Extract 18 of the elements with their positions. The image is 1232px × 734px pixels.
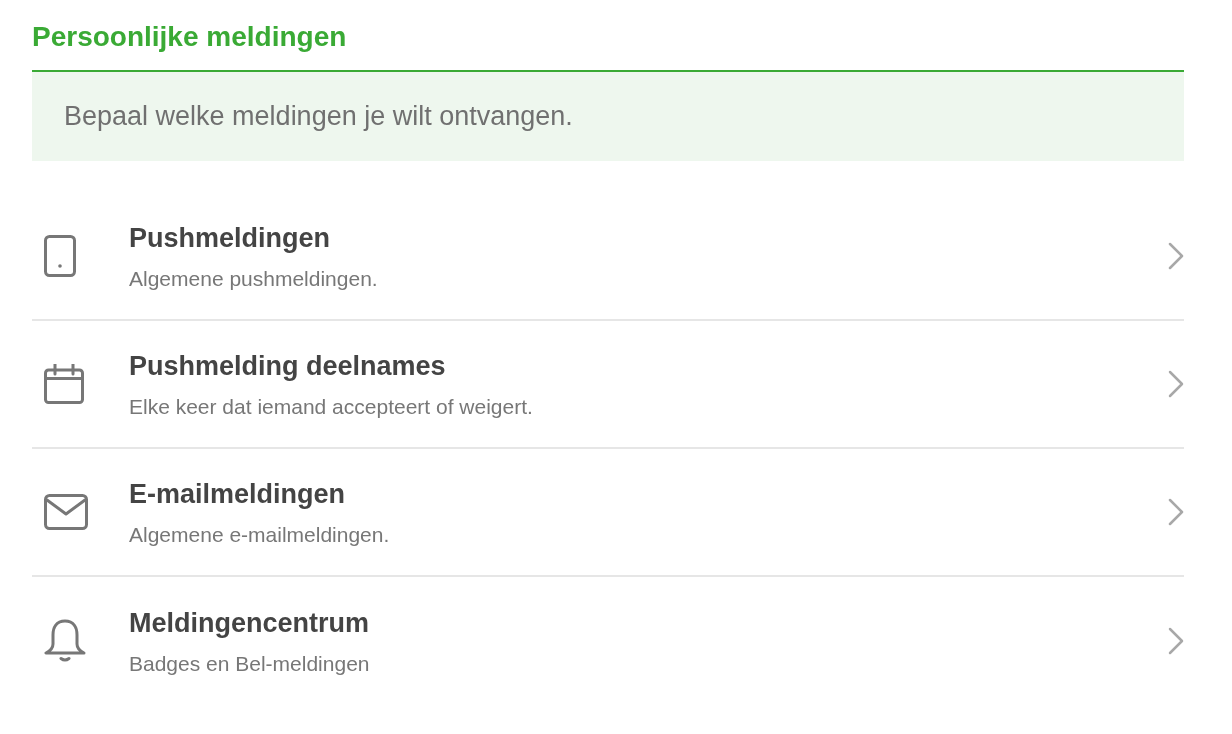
chevron-right-icon — [1168, 627, 1184, 655]
setting-title: Pushmeldingen — [129, 222, 331, 255]
setting-description: Badges en Bel-meldingen — [129, 651, 370, 677]
setting-description: Elke keer dat iemand accepteert of weigert. — [129, 394, 533, 420]
setting-title: Meldingencentrum — [129, 607, 370, 640]
setting-description: Algemene pushmeldingen. — [129, 266, 378, 292]
phone-icon — [44, 235, 76, 277]
chevron-right-icon — [1168, 498, 1184, 526]
chevron-right-icon — [1168, 242, 1184, 270]
page-title: Persoonlijke meldingen — [32, 20, 347, 54]
bell-icon — [44, 619, 86, 663]
setting-title: E-mailmeldingen — [129, 478, 346, 511]
chevron-right-icon — [1168, 370, 1184, 398]
calendar-icon — [44, 364, 84, 404]
setting-title: Pushmelding deelnames — [129, 350, 446, 383]
setting-description: Algemene e-mailmeldingen. — [129, 522, 390, 548]
envelope-icon — [44, 494, 88, 530]
intro-text: Bepaal welke meldingen je wilt ontvangen. — [64, 100, 573, 133]
